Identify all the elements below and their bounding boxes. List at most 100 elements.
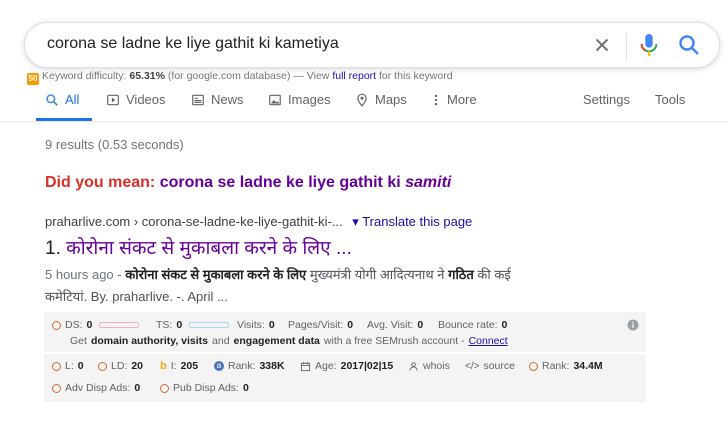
result-url-line: praharlive.com › corona-se-ladne-ke-liye… <box>45 214 472 230</box>
metric-value: 0 <box>86 319 93 331</box>
i-metric: b I: 205 <box>160 360 198 372</box>
tab-label: More <box>447 92 477 107</box>
metric-value: 0 <box>242 382 249 394</box>
clear-icon[interactable] <box>591 34 613 56</box>
tab-label: Tools <box>655 92 686 107</box>
circle-icon <box>98 361 107 371</box>
full-report-link[interactable]: full report <box>332 70 376 82</box>
source-label: source <box>483 360 515 372</box>
rank-metric[interactable]: a Rank: 338K <box>214 360 285 372</box>
alexa-icon: a <box>214 361 224 371</box>
video-icon <box>107 94 119 105</box>
metric-value: 205 <box>180 360 199 372</box>
suggestion-prefix: corona se ladne ke liye gathit ki <box>159 174 401 191</box>
tab-label: Maps <box>375 92 407 107</box>
metric-label: I: <box>170 360 177 372</box>
snippet-bold: कोरोना संकट से मुकाबला करने के लिए <box>125 267 307 282</box>
metric-label: Rank: <box>228 360 256 372</box>
kd-label: Keyword difficulty: <box>42 70 127 82</box>
metric-value: 338K <box>259 360 285 372</box>
tab-videos[interactable]: Videos <box>106 92 166 107</box>
translate-link[interactable]: ▾ Translate this page <box>352 214 472 229</box>
result-stats: 9 results (0.53 seconds) <box>45 137 184 152</box>
metric-value: 0 <box>347 319 354 331</box>
keyword-difficulty-bar: 50 Keyword difficulty: 65.31% (for google… <box>27 70 453 85</box>
snippet-text: मुख्यमंत्री योगी आदित्यनाथ ने <box>309 267 445 282</box>
pub-disp-metric: Pub Disp Ads: 0 <box>160 382 249 394</box>
search-tabs: All Videos News Images Maps More Setting… <box>0 88 728 122</box>
metric-label: Rank: <box>542 360 570 372</box>
tabs-divider <box>0 121 728 122</box>
result-title-link[interactable]: कोरोना संकट से मुकाबला करने के लिए ... <box>66 238 352 259</box>
kd-value: 65.31% <box>129 70 165 82</box>
cta-bold: engagement data <box>233 335 320 347</box>
news-icon <box>192 94 204 105</box>
l-metric: L: 0 <box>52 360 84 372</box>
whois-label: whois <box>423 360 450 372</box>
metric-label: DS: <box>65 319 83 331</box>
cta-text: Get <box>70 335 87 347</box>
metric-label: Visits: <box>237 319 265 331</box>
metric-label: TS: <box>156 319 173 331</box>
tab-tools[interactable]: Tools <box>655 92 685 107</box>
snippet-text: की कई <box>477 267 511 282</box>
more-icon <box>434 94 438 105</box>
image-icon <box>269 94 281 105</box>
ts-metric: TS: 0 <box>156 319 230 331</box>
age-metric: Age: 2017|02|15 <box>300 360 393 372</box>
visits-metric: Visits: 0 <box>237 319 275 331</box>
metric-value: 2017|02|15 <box>340 360 394 372</box>
whois-link[interactable]: whois <box>408 360 450 372</box>
tab-label: All <box>65 92 80 107</box>
ds-bar <box>99 322 140 328</box>
ts-bar <box>189 322 230 328</box>
ld-metric: LD: 20 <box>98 360 143 372</box>
tab-images[interactable]: Images <box>268 92 331 107</box>
microphone-icon[interactable] <box>638 32 660 58</box>
circle-icon <box>52 361 61 371</box>
map-pin-icon <box>357 93 367 107</box>
tab-all[interactable]: All <box>45 92 79 107</box>
pages-metric: Pages/Visit: 0 <box>288 319 353 331</box>
result-title: 1. कोरोना संकट से मुकाबला करने के लिए ..… <box>45 234 352 260</box>
calendar-icon <box>300 361 311 371</box>
did-you-mean-label: Did you mean: <box>45 174 156 191</box>
adv-disp-metric: Adv Disp Ads: 0 <box>52 382 140 394</box>
bing-icon: b <box>160 360 167 372</box>
user-icon <box>409 361 418 371</box>
metric-value: 0 <box>268 319 275 331</box>
tab-settings[interactable]: Settings <box>583 92 630 107</box>
bounce-metric: Bounce rate: 0 <box>438 319 507 331</box>
tab-label: Images <box>288 92 331 107</box>
metric-label: LD: <box>111 360 128 372</box>
tab-more[interactable]: More <box>431 92 477 107</box>
metric-value: 0 <box>501 319 508 331</box>
tab-maps[interactable]: Maps <box>355 92 407 107</box>
did-you-mean: Did you mean: corona se ladne ke liye ga… <box>45 174 451 192</box>
tab-label: Settings <box>583 92 630 107</box>
semrush-panel: DS: 0 TS: 0 Visits: 0 Pages/Visit: 0 Avg. Vi… <box>44 312 646 352</box>
source-link[interactable]: </> source <box>465 360 515 372</box>
search-input[interactable]: corona se ladne ke liye gathit ki kameti… <box>47 35 339 53</box>
tab-label: Videos <box>126 92 166 107</box>
keyword-difficulty-icon: 50 <box>27 73 39 85</box>
tab-label: News <box>211 92 244 107</box>
result-date: 5 hours ago - <box>45 267 122 282</box>
info-icon[interactable] <box>627 319 639 331</box>
tab-news[interactable]: News <box>191 92 244 107</box>
search-icon[interactable] <box>677 33 701 57</box>
search-box[interactable]: corona se ladne ke liye gathit ki kameti… <box>24 22 720 68</box>
cta-text: with a free SEMrush account - <box>323 335 465 347</box>
spelling-suggestion-link[interactable]: corona se ladne ke liye gathit ki samiti <box>160 174 452 191</box>
result-url[interactable]: praharlive.com › corona-se-ladne-ke-liye… <box>45 214 343 229</box>
metric-label: Pages/Visit: <box>288 319 344 331</box>
circle-icon <box>529 361 538 371</box>
metric-label: Adv Disp Ads: <box>65 382 131 394</box>
result-snippet: 5 hours ago - कोरोना संकट से मुकाबला करन… <box>45 264 645 308</box>
code-icon: </> <box>465 360 480 372</box>
snippet-text: कमेटियां. By. praharlive. -. April ... <box>45 289 228 304</box>
metric-value: 0 <box>417 319 424 331</box>
connect-link[interactable]: Connect <box>469 335 508 347</box>
metric-value: 34.4M <box>573 360 603 372</box>
seoquake-panel: L: 0 LD: 20 b I: 205 a Rank: 338K Age: 2017|02|… <box>44 354 646 402</box>
